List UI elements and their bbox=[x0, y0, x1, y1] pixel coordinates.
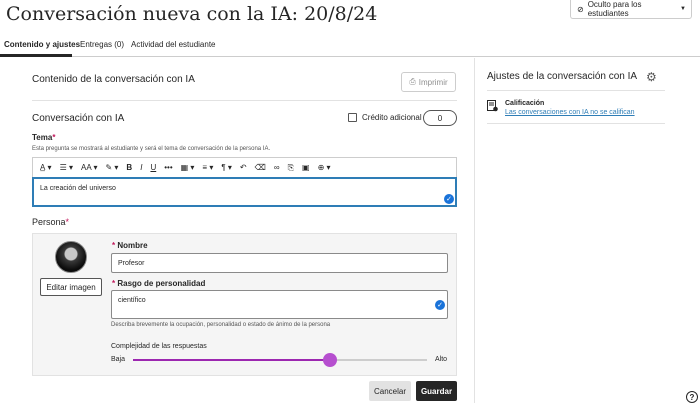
complexity-low-label: Baja bbox=[111, 356, 126, 363]
help-icon[interactable]: ? bbox=[686, 391, 698, 403]
insert-icon[interactable]: ⊕ ▾ bbox=[314, 158, 335, 178]
topic-editor[interactable]: La creación del universo bbox=[32, 177, 457, 207]
text-style-icon[interactable]: A̲ ▾ bbox=[36, 158, 56, 178]
editor-toolbar: A̲ ▾ ☰ ▾ AA ▾ ✎ ▾ B I U ••• ▦ ▾ ≡ ▾ ¶ ▾ ↶ ⌫ ∞ ⎘ ▣ ⊕ ▾ bbox=[32, 157, 457, 177]
panel-divider bbox=[474, 58, 475, 403]
persona-avatar bbox=[55, 241, 87, 273]
eye-off-icon: ⊘ bbox=[577, 4, 584, 14]
save-button[interactable]: Guardar bbox=[416, 381, 457, 401]
print-label: Imprimir bbox=[418, 77, 448, 87]
extra-credit-label: Crédito adicional bbox=[362, 113, 422, 122]
trait-hint: Describa brevemente la ocupación, person… bbox=[111, 322, 331, 328]
chevron-down-icon: ▼ bbox=[680, 6, 686, 12]
conversation-heading: Conversación con IA bbox=[32, 113, 125, 124]
extra-credit-checkbox[interactable] bbox=[348, 113, 357, 122]
spellcheck-icon: ✓ bbox=[435, 300, 445, 310]
complexity-high-label: Alto bbox=[435, 356, 448, 363]
bold-icon[interactable]: B bbox=[122, 158, 136, 178]
align-icon[interactable]: ≡ ▾ bbox=[198, 158, 217, 178]
name-label: * Nombre bbox=[112, 241, 148, 250]
name-field[interactable]: Profesor bbox=[111, 253, 448, 273]
complexity-label: Complejidad de las respuestas bbox=[111, 343, 207, 350]
divider bbox=[487, 123, 665, 124]
visibility-label: Oculto para los estudiantes bbox=[587, 0, 642, 18]
highlight-icon[interactable]: ✎ ▾ bbox=[101, 158, 122, 178]
edit-image-button[interactable]: Editar imagen bbox=[40, 278, 102, 296]
font-size-icon[interactable]: AA ▾ bbox=[77, 158, 101, 178]
tab-student-activity[interactable]: Actividad del estudiante bbox=[131, 40, 216, 49]
cancel-button[interactable]: Cancelar bbox=[369, 381, 411, 401]
grading-label: Calificación bbox=[505, 100, 545, 107]
tab-submissions[interactable]: Entregas (0) bbox=[80, 40, 124, 49]
table-icon[interactable]: ▦ ▾ bbox=[177, 158, 199, 178]
trait-field[interactable]: científico bbox=[111, 290, 448, 319]
printer-icon: ⎙ bbox=[409, 77, 416, 86]
trait-label: * Rasgo de personalidad bbox=[112, 279, 206, 288]
page-title: Conversación nueva con la IA: 20/8/24 bbox=[6, 3, 378, 25]
print-button[interactable]: ⎙ Imprimir bbox=[401, 72, 456, 92]
gear-icon[interactable]: ⚙ bbox=[646, 70, 657, 84]
persona-label: Persona* bbox=[32, 217, 70, 227]
complexity-slider[interactable] bbox=[133, 359, 427, 361]
active-tab-indicator bbox=[0, 54, 72, 57]
undo-icon[interactable]: ↶ bbox=[236, 158, 251, 178]
slider-handle[interactable] bbox=[322, 353, 337, 367]
grade-icon bbox=[487, 100, 498, 112]
paragraph-style-icon[interactable]: ☰ ▾ bbox=[56, 158, 77, 178]
visibility-dropdown[interactable]: ⊘ Oculto para los estudiantes ▼ bbox=[570, 0, 692, 19]
grading-link[interactable]: Las conversaciones con IA no se califica… bbox=[505, 109, 635, 116]
image-icon[interactable]: ▣ bbox=[298, 158, 314, 178]
topic-text: La creación del universo bbox=[40, 185, 116, 192]
link-icon[interactable]: ∞ bbox=[270, 158, 284, 178]
extra-credit-input[interactable]: 0 bbox=[423, 110, 457, 126]
eraser-icon[interactable]: ⌫ bbox=[251, 158, 270, 178]
extra-credit-option[interactable]: Crédito adicional bbox=[348, 113, 422, 122]
content-heading: Contenido de la conversación con IA bbox=[32, 74, 195, 85]
underline-icon[interactable]: U bbox=[146, 158, 160, 178]
topic-hint: Esta pregunta se mostrará al estudiante … bbox=[32, 146, 271, 152]
settings-title: Ajustes de la conversación con IA bbox=[487, 71, 638, 82]
tab-content-settings[interactable]: Contenido y ajustes bbox=[4, 40, 80, 49]
attach-icon[interactable]: ⎘ bbox=[284, 158, 298, 178]
divider bbox=[32, 100, 457, 101]
spellcheck-icon: ✓ bbox=[444, 194, 454, 204]
more-icon[interactable]: ••• bbox=[160, 158, 176, 178]
italic-icon[interactable]: I bbox=[136, 158, 146, 178]
slider-fill bbox=[133, 359, 330, 361]
topic-label: Tema* bbox=[32, 133, 56, 142]
pilcrow-icon[interactable]: ¶ ▾ bbox=[217, 158, 236, 178]
tab-bar: Contenido y ajustes Entregas (0) Activid… bbox=[0, 33, 700, 57]
divider bbox=[487, 90, 665, 91]
